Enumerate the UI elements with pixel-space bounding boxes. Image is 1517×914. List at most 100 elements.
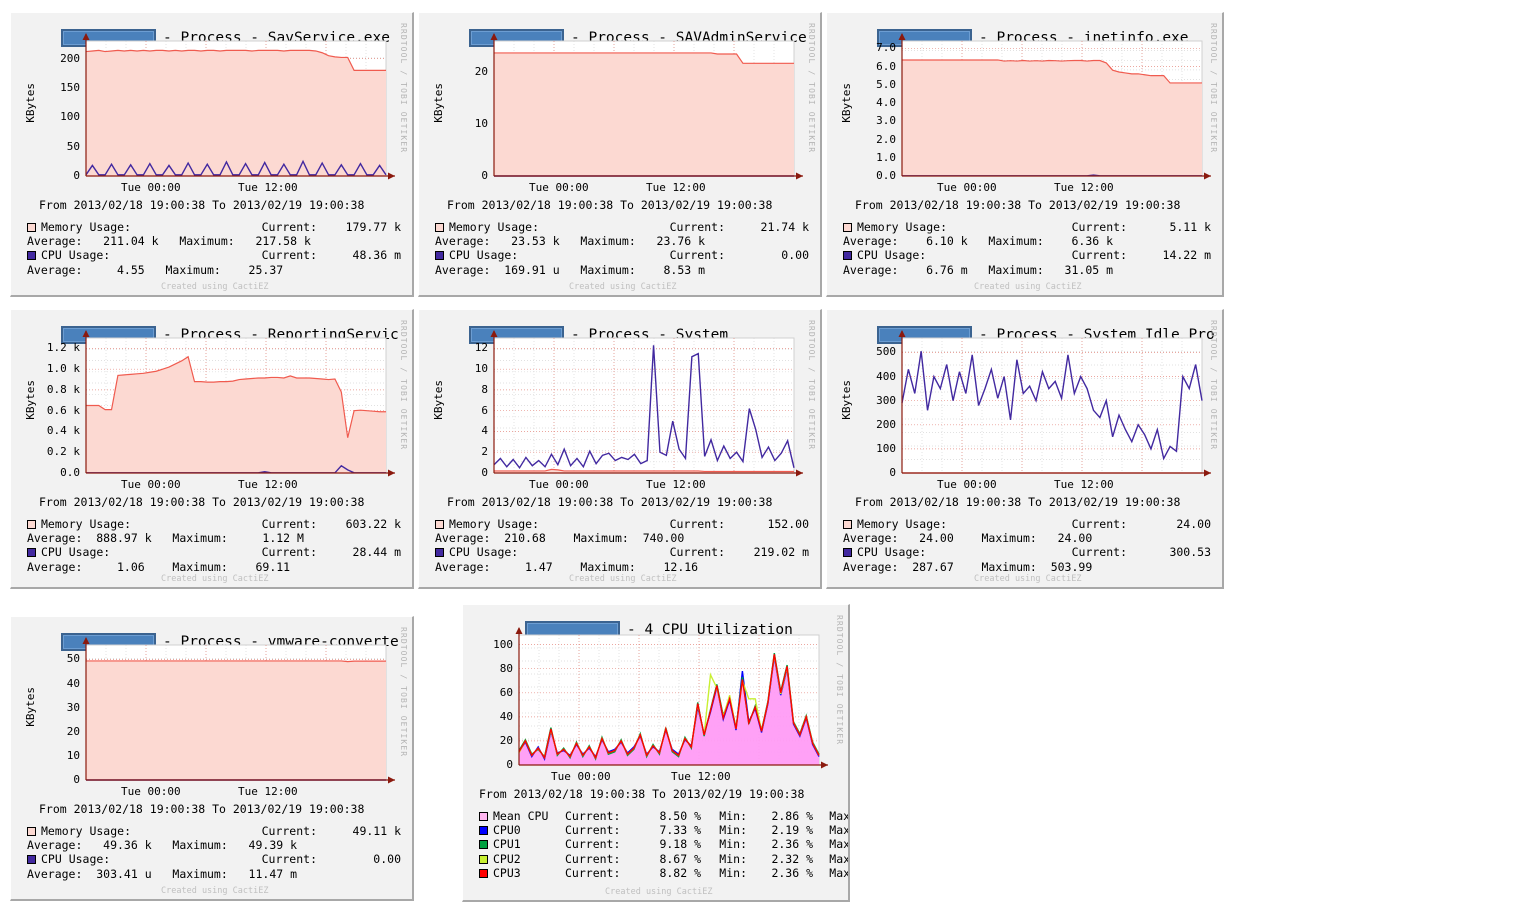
legend-series-row: CPU Usage: Current: 219.02 m: [435, 545, 817, 559]
graph-legend: Memory Usage: Current: 24.00 Average: 24.00…: [843, 517, 1219, 574]
y-tick-label: 0: [481, 466, 488, 479]
graph-date-range: From 2013/02/18 19:00:38 To 2013/02/19 1…: [855, 495, 1181, 509]
graph-panel-system[interactable]: - Process - System RRDTOOL / TOBI OETIKER…: [418, 309, 822, 589]
legend-stats-row: Average: 4.55 Maximum: 25.37: [27, 262, 284, 277]
x-tick-label: Tue 00:00: [529, 478, 589, 491]
graph-panel-systemidle[interactable]: - Process - System Idle Pro RRDTOOL / TOB…: [826, 309, 1224, 589]
legend-swatch-cpu: [435, 548, 444, 558]
graph-legend: Memory Usage: Current: 49.11 k Average: 49.…: [27, 824, 409, 881]
legend-series-row: CPU3 Current: 8.82 % Min: 2.36 % Max:: [479, 865, 848, 880]
legend-stats-row: Average: 303.41 u Maximum: 11.47 m: [27, 866, 298, 881]
legend-stats-row: Average: 169.91 u Maximum: 8.53 m: [435, 262, 706, 277]
legend-series-row: CPU Usage: Current: 300.53: [843, 545, 1219, 559]
series-area-0: [494, 52, 794, 176]
x-tick-label: Tue 00:00: [121, 478, 181, 491]
panel-inner: - Process - inetinfo.exe RRDTOOL / TOBI O…: [827, 13, 1222, 295]
legend-series-row: Memory Usage: Current: 603.22 k: [27, 517, 409, 531]
legend-current-label: Current:: [565, 809, 621, 823]
legend-stats-row: Average: 23.53 k Maximum: 23.76 k: [435, 234, 706, 249]
legend-current-value: 14.22 m: [1162, 248, 1211, 263]
y-tick-label: 200: [876, 417, 896, 431]
created-using-footer: Created using CactiEZ: [161, 574, 269, 584]
legend-min-label: Min:: [719, 851, 747, 866]
legend-min-label: Min:: [719, 809, 747, 823]
y-tick-label: 1.0 k: [46, 362, 80, 376]
y-tick-label: 2: [481, 445, 488, 459]
legend-swatch-cpu3: [479, 868, 488, 878]
legend-stats-row: Average: 287.67 Maximum: 503.99: [843, 559, 1093, 574]
y-tick-label: 500: [876, 345, 896, 359]
legend-series-name: Memory Usage:: [41, 220, 132, 234]
legend-min-value: 2.86 %: [771, 809, 813, 823]
created-using-footer: Created using CactiEZ: [161, 886, 269, 896]
graph-plot-cpuutilization: [515, 627, 828, 769]
y-tick-label: 0.6 k: [46, 403, 80, 417]
legend-current-value: 28.44 m: [352, 545, 401, 560]
graph-date-range: From 2013/02/18 19:00:38 To 2013/02/19 1…: [39, 198, 365, 212]
x-tick-label: Tue 00:00: [551, 770, 611, 783]
y-tick-label: 100: [493, 637, 513, 651]
panel-inner: - Process - ReportingServic RRDTOOL / TOB…: [11, 310, 412, 587]
graph-date-range: From 2013/02/18 19:00:38 To 2013/02/19 1…: [447, 495, 773, 509]
legend-current-label: Current:: [261, 220, 317, 234]
y-tick-label: 80: [499, 661, 513, 675]
legend-max-label: Max:: [829, 823, 850, 838]
graph-legend: Mean CPUCurrent:8.50 %Min:2.86 %Max:CPU0…: [479, 809, 848, 880]
legend-current-label: Current:: [669, 517, 725, 531]
legend-current-value: 8.50 %: [659, 809, 701, 823]
graph-plot-savadminservice: [490, 33, 803, 180]
legend-min-value: 2.32 %: [771, 851, 813, 866]
graph-panel-cpuutilization[interactable]: - 4 CPU Utilization RRDTOOL / TOBI OETIKE…: [462, 604, 850, 902]
graph-panel-vmwareconverter[interactable]: - Process - vmware-converte RRDTOOL / TOB…: [10, 616, 414, 901]
legend-min-value: 2.36 %: [771, 865, 813, 880]
legend-series-row: Memory Usage: Current: 152.00: [435, 517, 817, 531]
y-tick-label: 0.2 k: [46, 445, 80, 459]
y-tick-label: 10: [474, 362, 488, 376]
x-tick-label: Tue 12:00: [238, 478, 298, 491]
legend-swatch-memory: [843, 223, 852, 232]
panel-inner: - Process - System Idle Pro RRDTOOL / TOB…: [827, 310, 1222, 587]
y-tick-label: 50: [66, 652, 80, 666]
legend-current-label: Current:: [261, 852, 317, 867]
legend-stats-row: Average: 49.36 k Maximum: 49.39 k: [27, 838, 298, 853]
legend-swatch-memory: [27, 827, 36, 836]
y-tick-label: 0: [481, 169, 488, 182]
legend-series-name: Memory Usage:: [449, 220, 540, 234]
y-tick-label: 40: [499, 709, 513, 723]
panel-inner: - Process - System RRDTOOL / TOBI OETIKER…: [419, 310, 820, 587]
graph-panel-inetinfo[interactable]: - Process - inetinfo.exe RRDTOOL / TOBI O…: [826, 12, 1224, 297]
graph-panel-reportingservice[interactable]: - Process - ReportingServic RRDTOOL / TOB…: [10, 309, 414, 589]
legend-swatch-cpu: [843, 251, 852, 261]
graph-panel-savadminservice[interactable]: - Process - SAVAdminService RRDTOOL / TOB…: [418, 12, 822, 297]
legend-current-label: Current:: [261, 824, 317, 838]
y-tick-label: 20: [474, 65, 488, 79]
x-tick-label: Tue 12:00: [646, 181, 706, 194]
y-tick-label: 200: [60, 51, 80, 65]
graph-legend: Memory Usage: Current: 152.00 Average: 210.…: [435, 517, 817, 574]
legend-current-value: 8.82 %: [659, 865, 701, 880]
legend-swatch-memory: [27, 223, 36, 232]
legend-swatch-cpu0: [479, 826, 488, 836]
legend-stats-row: Average: 211.04 k Maximum: 217.58 k: [27, 234, 311, 249]
legend-current-value: 24.00: [1176, 517, 1211, 531]
legend-stats-row: Average: 1.06 Maximum: 69.11: [27, 559, 291, 574]
legend-series-name: CPU Usage:: [449, 248, 519, 263]
x-tick-label: Tue 00:00: [121, 785, 181, 798]
created-using-footer: Created using CactiEZ: [161, 282, 269, 292]
legend-swatch-cpu: [27, 251, 36, 261]
y-tick-label: 2.0: [876, 132, 896, 146]
legend-current-value: 8.67 %: [659, 851, 701, 866]
legend-stats-row: Average: 24.00 Maximum: 24.00: [843, 531, 1093, 546]
x-tick-label: Tue 12:00: [646, 478, 706, 491]
y-tick-label: 0: [73, 773, 80, 786]
y-tick-label: 4: [481, 424, 488, 438]
y-tick-label: 10: [66, 748, 80, 762]
graph-panel-savservice[interactable]: - Process - SavService.exe RRDTOOL / TOBI…: [10, 12, 414, 297]
legend-series-name: CPU Usage:: [449, 545, 519, 560]
legend-current-value: 48.36 m: [352, 248, 401, 263]
legend-current-label: Current:: [565, 865, 621, 880]
legend-series-row: CPU Usage: Current: 48.36 m: [27, 248, 409, 262]
y-tick-label: 6.0: [876, 59, 896, 73]
panel-inner: - Process - vmware-converte RRDTOOL / TOB…: [11, 617, 412, 899]
legend-series-name: CPU Usage:: [41, 545, 111, 560]
